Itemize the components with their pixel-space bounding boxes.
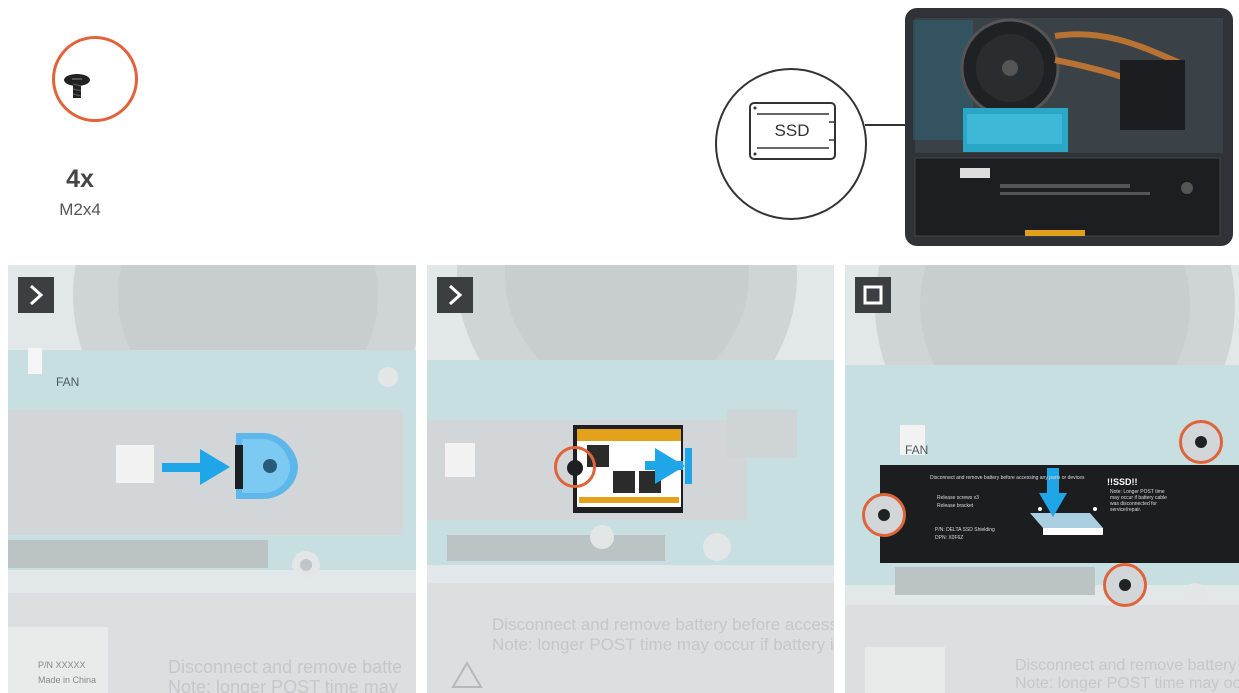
- step-panel-3: Disconnect and remove battery before acc…: [845, 265, 1239, 693]
- screw-icon: [64, 74, 90, 98]
- shield-title: !!SSD!!: [1107, 477, 1138, 487]
- arrow-icon: [162, 449, 230, 485]
- screw-count: 4x: [66, 165, 94, 193]
- step-panel-1: FAN Disconnect and remove batte Note: lo…: [8, 265, 416, 693]
- battery-text-line: Note: longer POST time may: [168, 677, 398, 693]
- fan-label: FAN: [56, 375, 80, 389]
- ssd-callout: SSD: [715, 68, 867, 220]
- tag-text: Made in China: [38, 675, 97, 685]
- screw-size: M2x4: [59, 200, 101, 219]
- shield-note: Note: Longer POST time may occur if batt…: [1110, 489, 1167, 513]
- battery-text-line: Disconnect and remove battery be: [1015, 657, 1239, 674]
- shield-bullet: Release screws x3: [937, 495, 979, 501]
- step-done-icon: [855, 277, 891, 313]
- step-next-icon: [18, 277, 54, 313]
- ssd-label: SSD: [774, 121, 810, 140]
- shield-warning-text: Disconnect and remove battery before acc…: [930, 475, 1085, 481]
- shield-bullet: Release bracket: [937, 503, 974, 509]
- shield-dpn: DPN: X0F6Z: [935, 535, 964, 541]
- warning-icon: [451, 661, 483, 688]
- tag-text: P/N XXXXX: [38, 660, 86, 670]
- laptop-overview: [905, 8, 1233, 246]
- screw-callout-ring: [862, 493, 906, 537]
- shield-pn: P/N: DELTA SSD Shielding: [935, 527, 995, 533]
- screw-callout-ring: [1179, 420, 1223, 464]
- step-panel-2: Disconnect and remove battery before acc…: [427, 265, 834, 693]
- screw-callout-ring: [1103, 563, 1147, 607]
- battery-text-line: Disconnect and remove batte: [168, 657, 403, 677]
- fan-label: FAN: [905, 443, 929, 457]
- battery-text-line: Note: longer POST time may occu: [1015, 675, 1239, 692]
- ssd-icon: [749, 102, 836, 160]
